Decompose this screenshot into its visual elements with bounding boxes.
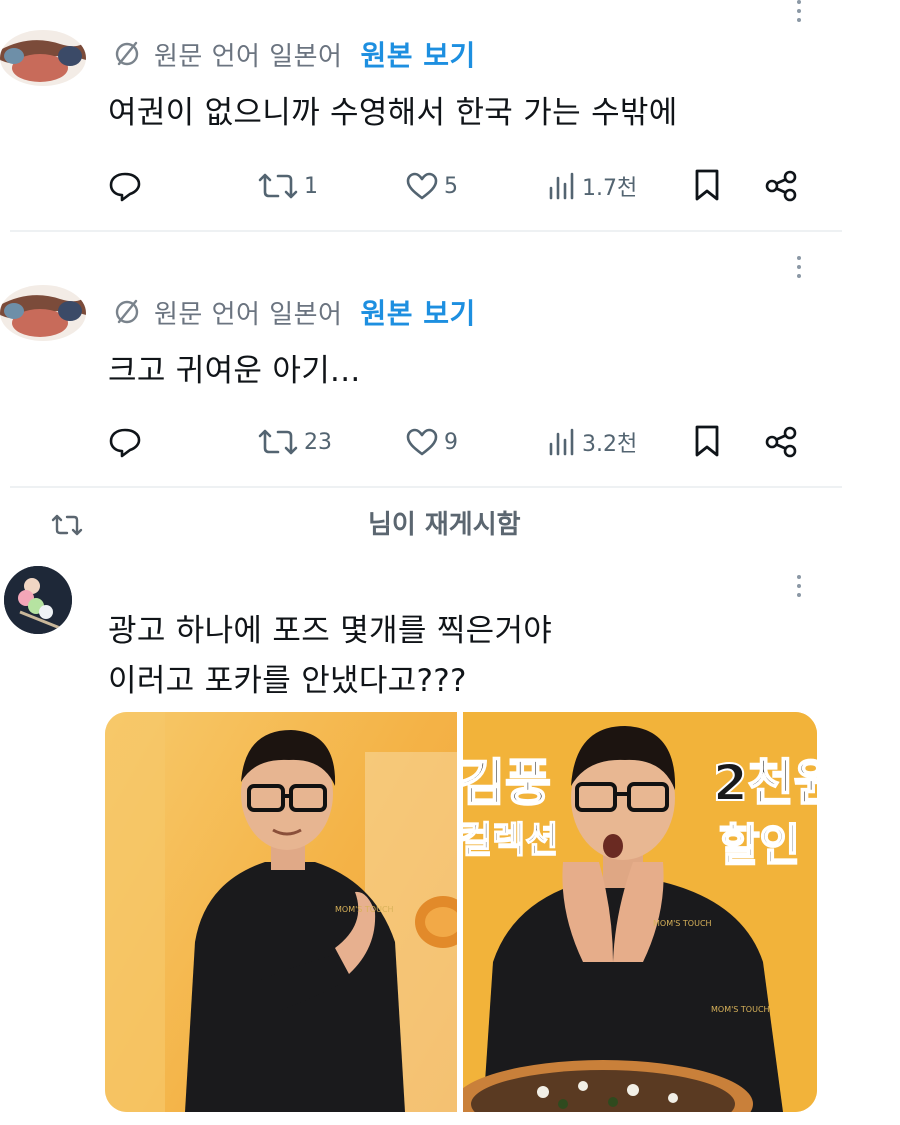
ad-headline-left: 김풍 [463,754,551,812]
svg-text:MOM'S TOUCH: MOM'S TOUCH [335,905,394,914]
retweet-button[interactable]: 23 [256,426,332,458]
ad-subline-left: 컬렉션 [463,820,558,861]
post-text-line-2: 이러고 포카를 안냈다고??? [108,663,467,699]
reply-icon [109,428,141,458]
retweet-icon [258,429,298,455]
post-text-line-1: 광고 하나에 포즈 몇개를 찍은거야 [108,613,553,649]
divider [10,230,842,232]
reply-button[interactable] [108,426,142,458]
more-icon[interactable] [796,256,802,278]
translation-language: 원문 언어 일본어 [154,299,343,330]
share-icon [765,426,797,458]
tweet-text: 크고 귀여운 아기... [108,353,361,389]
divider [10,486,842,488]
show-original-link[interactable]: 원본 보기 [360,292,475,332]
views-icon [549,172,574,200]
like-icon [406,172,438,200]
retweet-count: 23 [304,429,332,455]
share-icon [765,170,797,202]
retweet-notice: 님이 재게시함 [0,505,900,545]
share-button[interactable] [764,426,798,458]
retweet-icon [258,173,298,199]
ad-photo-left[interactable]: MOM'S TOUCH [105,712,457,1112]
like-count: 5 [444,173,458,199]
action-bar: 23 9 3.2천 [0,422,900,462]
share-button[interactable] [764,170,798,202]
avatar[interactable] [0,30,86,86]
more-icon[interactable] [796,0,802,22]
reply-icon [109,172,141,202]
views-count: 1.7천 [582,176,638,201]
jacket-logo: MOM'S TOUCH [711,1005,770,1014]
ad-headline-right: 2천원 [713,754,817,812]
retweet-notice-text: 님이 재게시함 [368,510,521,540]
reply-button[interactable] [108,170,142,202]
retweet-button[interactable]: 1 [256,170,318,202]
action-bar: 1 5 1.7천 [0,166,900,206]
avatar[interactable] [0,285,86,341]
bookmark-button[interactable] [692,424,722,458]
ad-subline-right: 할인 [719,820,800,871]
translate-icon [115,299,139,324]
views-icon [549,428,574,456]
svg-text:MOM'S TOUCH: MOM'S TOUCH [653,919,712,928]
avatar[interactable] [4,566,72,634]
bookmark-icon [695,169,719,201]
tweet-text: 여권이 없으니까 수영해서 한국 가는 수밖에 [108,95,678,131]
bookmark-icon [695,425,719,457]
retweet-icon [51,514,83,536]
translation-language: 원문 언어 일본어 [154,41,343,72]
like-button[interactable]: 9 [404,426,458,458]
views-button[interactable]: 1.7천 [546,170,637,202]
like-button[interactable]: 5 [404,170,458,202]
post-media[interactable]: MOM'S TOUCH 김풍 컬렉션 2천원 할인 MOM'S TOUCH MO [105,712,817,1112]
translation-notice: 원문 언어 일본어 원본 보기 [112,292,476,332]
views-count: 3.2천 [582,432,638,457]
views-button[interactable]: 3.2천 [546,426,637,458]
like-count: 9 [444,429,458,455]
translate-icon [115,41,139,66]
retweet-count: 1 [304,173,318,199]
like-icon [406,428,438,456]
more-icon[interactable] [796,575,802,597]
ad-photo-right[interactable]: 김풍 컬렉션 2천원 할인 MOM'S TOUCH MOM'S TOUCH [463,712,817,1112]
translation-notice: 원문 언어 일본어 원본 보기 [112,34,476,74]
bookmark-button[interactable] [692,168,722,202]
show-original-link[interactable]: 원본 보기 [360,34,475,74]
